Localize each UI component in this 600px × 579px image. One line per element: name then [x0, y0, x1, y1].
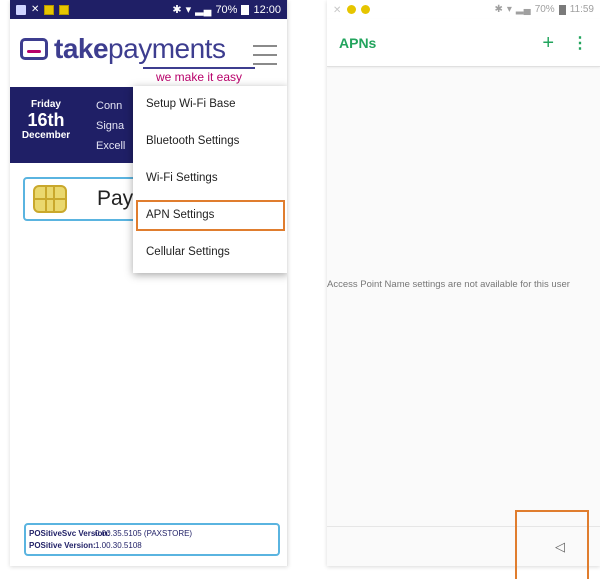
more-options-icon[interactable]: ⋮ — [572, 33, 588, 53]
version-info: POSitiveSvc Version: 0.00.35.5105 (PAXST… — [24, 523, 280, 556]
add-icon[interactable]: + — [542, 33, 554, 53]
apn-settings-screen: ✕ ✱ ▾ ▂▄ 70% 11:59 APNs + ⋮ Access Point… — [327, 0, 600, 566]
status-line: Signa — [96, 120, 125, 132]
takepayments-screen: ✕ ✱ ▾ ▂▄ 70% 12:00 takepayments we make … — [10, 0, 288, 566]
menu-item-wifi-settings[interactable]: Wi-Fi Settings — [133, 160, 287, 197]
bluetooth-icon: ✱ — [494, 4, 503, 15]
menu-item-bluetooth-settings[interactable]: Bluetooth Settings — [133, 123, 287, 160]
page-title: APNs — [339, 34, 377, 51]
signal-icon: ▂▄ — [195, 4, 212, 16]
brand-tagline: we make it easy — [143, 67, 255, 84]
pay-label: Pay — [97, 187, 134, 210]
version-label: POSitive Version: — [29, 541, 96, 550]
message-icon — [16, 4, 26, 15]
card-chip-icon — [33, 185, 67, 213]
date-display: Friday 16th December — [16, 99, 76, 141]
connection-status: Conn Signa Excell — [96, 96, 125, 156]
date-label: 16th — [27, 110, 65, 130]
takepayments-logo: takepayments — [20, 33, 226, 65]
logo-bag-icon — [20, 38, 48, 60]
notification-icon — [59, 4, 70, 15]
version-label: POSitiveSvc Version: — [29, 529, 110, 538]
screenshot-stage: ✕ ✱ ▾ ▂▄ 70% 12:00 takepayments we make … — [0, 0, 600, 579]
notification-icon — [347, 5, 356, 14]
menu-item-apn-settings[interactable]: APN Settings — [133, 197, 287, 234]
status-line: Conn — [96, 100, 123, 112]
version-value: 1.00.30.5108 — [95, 541, 142, 550]
app-bar: APNs + ⋮ — [327, 19, 600, 67]
brand-light: payments — [108, 33, 226, 64]
battery-icon — [558, 4, 566, 15]
settings-dropdown-menu: Setup Wi-Fi Base Bluetooth Settings Wi-F… — [133, 86, 287, 273]
missed-call-icon: ✕ — [31, 3, 40, 15]
app-header: takepayments we make it easy — [10, 19, 287, 87]
wifi-icon: ▾ — [506, 4, 512, 15]
battery-percent: 70% — [534, 4, 555, 15]
menu-item-cellular-settings[interactable]: Cellular Settings — [133, 234, 287, 271]
status-line: Excell — [96, 140, 126, 152]
bluetooth-icon: ✱ — [172, 4, 182, 16]
battery-icon — [241, 4, 250, 15]
version-value: 0.00.35.5105 (PAXSTORE) — [95, 529, 193, 538]
clock: 12:00 — [253, 3, 281, 16]
status-bar: ✕ ✱ ▾ ▂▄ 70% 11:59 — [327, 0, 600, 19]
day-label: Friday — [30, 99, 61, 110]
version-row: POSitiveSvc Version: 0.00.35.5105 (PAXST… — [29, 528, 278, 540]
month-label: December — [21, 130, 71, 141]
menu-item-setup-wifi-base[interactable]: Setup Wi-Fi Base — [133, 86, 287, 123]
menu-icon[interactable] — [253, 45, 277, 72]
wifi-icon: ▾ — [185, 4, 192, 16]
back-button-highlight — [515, 510, 589, 579]
status-bar: ✕ ✱ ▾ ▂▄ 70% 12:00 — [10, 0, 287, 19]
signal-icon: ▂▄ — [515, 4, 531, 15]
brand-bold: take — [54, 33, 109, 64]
unavailable-message: Access Point Name settings are not avail… — [327, 279, 570, 290]
version-row: POSitive Version: 1.00.30.5108 — [29, 540, 278, 552]
notification-icon — [361, 5, 370, 14]
clock: 11:59 — [569, 4, 594, 15]
notification-icon — [44, 4, 55, 15]
battery-percent: 70% — [215, 3, 238, 16]
missed-call-icon: ✕ — [333, 5, 342, 16]
